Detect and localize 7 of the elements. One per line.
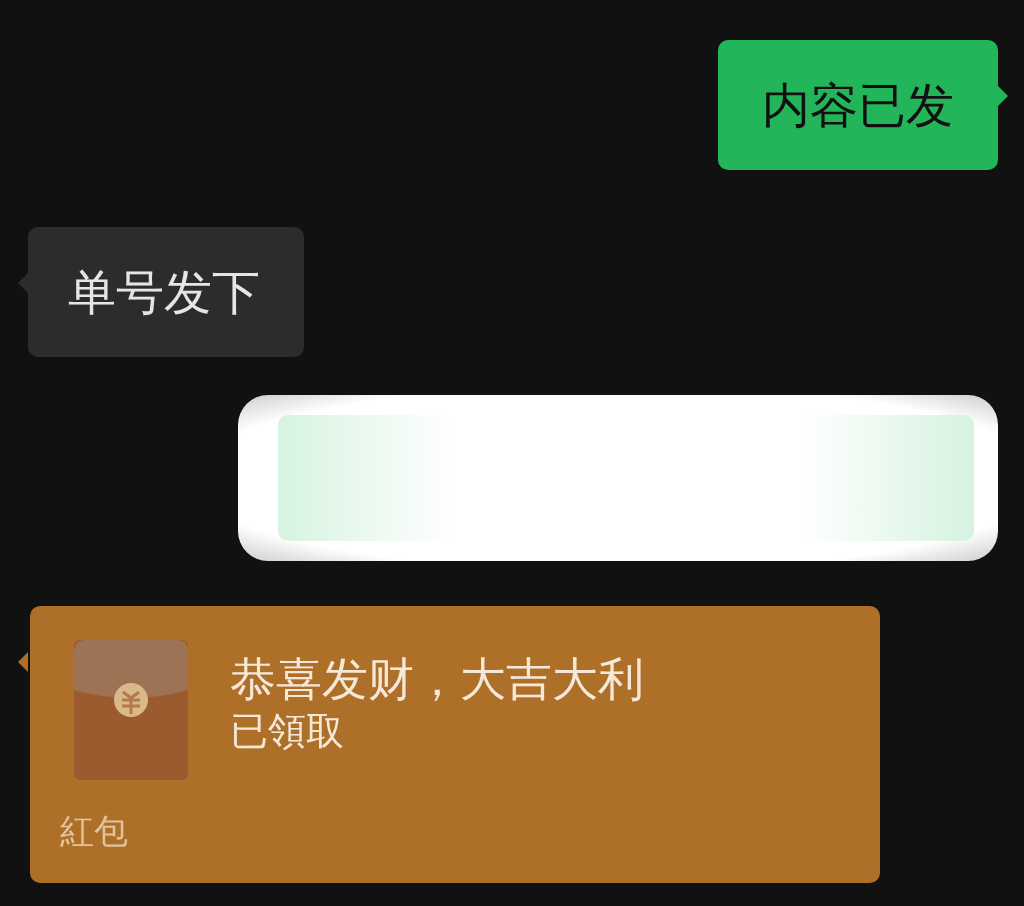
envelope-label: 紅包 — [60, 810, 128, 853]
gift-envelope-card[interactable]: 恭喜发财，大吉大利 已領取 紅包 — [30, 606, 880, 883]
envelope-status: 已領取 — [230, 710, 344, 753]
envelope-greeting: 恭喜发财，大吉大利 — [230, 654, 644, 705]
message-bubble: 内容已发 — [718, 40, 998, 170]
message-bubble: 单号发下 — [28, 227, 304, 357]
envelope-icon — [74, 640, 188, 780]
